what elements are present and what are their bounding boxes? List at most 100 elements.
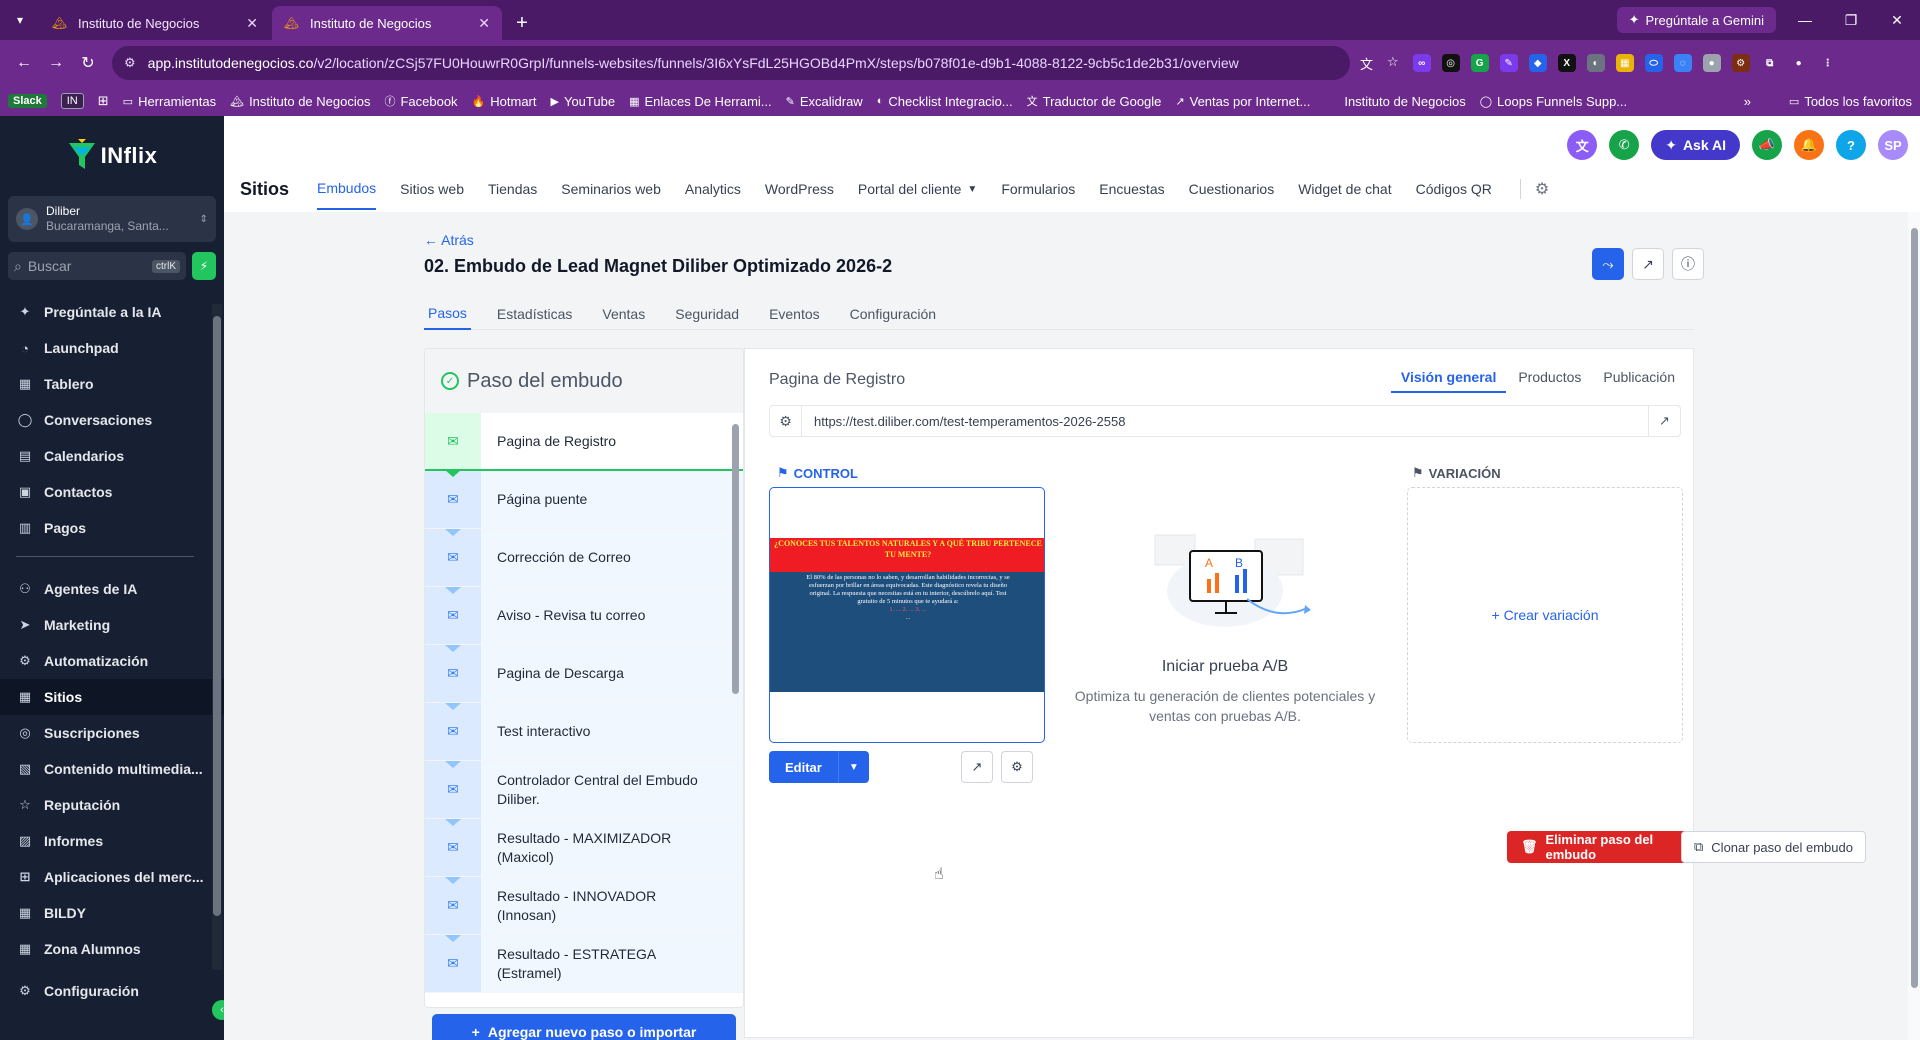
all-bookmarks[interactable]: ▭ Todos los favoritos (1789, 94, 1912, 109)
bookmark-item[interactable]: 文 Traductor de Google (1027, 93, 1162, 109)
sidebar-item-suscripciones[interactable]: ◎ Suscripciones (0, 715, 224, 751)
list-item[interactable]: ✉ Pagina de Descarga (425, 645, 743, 710)
site-info-icon[interactable]: ⚙ (124, 55, 136, 71)
list-item[interactable]: ✉ Resultado - INNOVADOR (Innosan) (425, 877, 743, 942)
tab-portal-cliente[interactable]: Portal del cliente ▼ (858, 168, 977, 210)
extension-icon[interactable]: ● (1702, 54, 1721, 72)
translate-icon[interactable]: 文 (1360, 54, 1373, 73)
sidebar-item-calendarios[interactable]: ▤ Calendarios (0, 438, 224, 474)
gear-icon[interactable]: ⚙ (770, 406, 802, 436)
tab-publicacion[interactable]: Publicación (1593, 363, 1685, 393)
share-icon[interactable]: ⤳ (1592, 248, 1624, 280)
ask-ai-button[interactable]: ✦ Ask AI (1651, 130, 1740, 160)
tab-embudos[interactable]: Embudos (317, 168, 377, 210)
tab-ventas[interactable]: Ventas (598, 298, 649, 330)
restore-icon[interactable]: ❐ (1828, 0, 1874, 40)
tab-seguridad[interactable]: Seguridad (671, 298, 743, 330)
gear-icon[interactable]: ⚙ (1519, 179, 1549, 199)
clone-step-button[interactable]: ⧉ Clonar paso del embudo (1681, 831, 1866, 863)
tab-pasos[interactable]: Pasos (424, 298, 471, 330)
open-external-icon[interactable]: ↗ (1648, 406, 1680, 436)
bookmark-item[interactable]: ✎ Excalidraw (786, 94, 863, 109)
browser-tab-active[interactable]: 🏔 Instituto de Negocios ✕ (272, 6, 502, 40)
tab-seminarios[interactable]: Seminarios web (561, 168, 661, 210)
extension-icon[interactable]: ◌ (1673, 54, 1692, 72)
sidebar-item-configuracion[interactable]: ⚙ Configuración (0, 973, 224, 1009)
open-preview-icon[interactable]: ↗ (961, 751, 993, 783)
sidebar-item-automatizacion[interactable]: ⚙ Automatización (0, 643, 224, 679)
back-link[interactable]: ← Atrás (424, 232, 474, 248)
extension-icon[interactable]: ⚙ (1731, 54, 1750, 72)
sidebar-item-pagos[interactable]: ▥ Pagos (0, 510, 224, 546)
more-bookmarks-icon[interactable]: » (1744, 94, 1751, 109)
open-external-icon[interactable]: ↗ (1632, 248, 1664, 280)
bookmark-item[interactable]: ▭ Herramientas (123, 94, 216, 109)
announcements-icon[interactable]: 📣 (1752, 130, 1782, 160)
quick-action-bolt-icon[interactable]: ⚡ (192, 252, 216, 280)
more-menu-icon[interactable]: ⋮ (1819, 54, 1837, 72)
tab-productos[interactable]: Productos (1508, 363, 1591, 393)
bookmark-item[interactable]: ⓕ Facebook (384, 93, 457, 109)
bookmark-item[interactable]: 🔥 Hotmart (472, 94, 537, 109)
tab-vision-general[interactable]: Visión general (1390, 363, 1507, 393)
close-tab-icon[interactable]: ✕ (246, 15, 258, 32)
tab-configuracion[interactable]: Configuración (846, 298, 940, 330)
sidebar-item-marketing[interactable]: ➤ Marketing (0, 607, 224, 643)
extension-icon[interactable]: ◐ (1586, 54, 1605, 72)
slack-bookmark[interactable]: Slack (8, 94, 47, 108)
extension-icon[interactable]: X (1557, 54, 1576, 72)
sidebar-item-ia[interactable]: ✦ Pregúntale a la IA (0, 294, 224, 330)
extension-icon[interactable]: G (1470, 54, 1489, 72)
bookmark-item[interactable]: ↗ Ventas por Internet... (1175, 94, 1310, 109)
profile-icon[interactable]: ● (1790, 54, 1808, 72)
extension-icon[interactable]: ◆ (1528, 54, 1547, 72)
bookmark-item[interactable]: ◯ Loops Funnels Supp... (1480, 94, 1627, 109)
bookmark-item[interactable]: Instituto de Negocios (1344, 94, 1465, 109)
list-item[interactable]: ✉ Test interactivo (425, 703, 743, 768)
user-avatar[interactable]: SP (1878, 130, 1908, 160)
minimize-icon[interactable]: — (1782, 0, 1828, 40)
tab-estadisticas[interactable]: Estadísticas (493, 298, 576, 330)
info-icon[interactable]: ⓘ (1672, 248, 1704, 280)
language-icon[interactable]: 文 (1567, 130, 1598, 160)
list-item[interactable]: ✉ Corrección de Correo (425, 529, 743, 594)
tab-search-icon[interactable]: ▾ (0, 0, 40, 40)
sidebar-item-zona-alumnos[interactable]: ▦ Zona Alumnos (0, 931, 224, 967)
bookmark-star-icon[interactable]: ☆ (1387, 54, 1399, 73)
tab-eventos[interactable]: Eventos (765, 298, 824, 330)
edit-button[interactable]: Editar ▼ (769, 751, 869, 783)
extension-icon[interactable]: ∞ (1412, 54, 1431, 72)
location-switcher[interactable]: 👤 Diliber Bucaramanga, Santa... ⇕ (8, 196, 216, 242)
list-item[interactable]: ✉ Aviso - Revisa tu correo (425, 587, 743, 652)
list-item[interactable]: ✉ Página puente (425, 471, 743, 536)
list-item[interactable]: ✉ Pagina de Registro (425, 413, 743, 477)
sidebar-item-conversaciones[interactable]: ◯ Conversaciones (0, 402, 224, 438)
tab-encuestas[interactable]: Encuestas (1099, 168, 1164, 210)
tab-formularios[interactable]: Formularios (1001, 168, 1075, 210)
close-window-icon[interactable]: ✕ (1874, 0, 1920, 40)
extension-icon[interactable]: ⬭ (1644, 54, 1663, 72)
list-item[interactable]: ✉ Controlador Central del Embudo Diliber. (425, 761, 743, 826)
add-step-button[interactable]: + Agregar nuevo paso o importar (432, 1014, 736, 1040)
delete-step-button[interactable]: 🗑 Eliminar paso del embudo (1507, 831, 1693, 863)
help-icon[interactable]: ? (1836, 130, 1866, 160)
chevron-down-icon[interactable]: ▼ (839, 762, 869, 773)
create-variation-button[interactable]: + Crear variación (1407, 487, 1683, 743)
list-item[interactable]: ✉ Resultado - MAXIMIZADOR (Maxicol) (425, 819, 743, 884)
sidebar-item-agentes[interactable]: ⚇ Agentes de IA (0, 571, 224, 607)
apps-grid-icon[interactable]: ⊞ (98, 93, 109, 109)
in-bookmark[interactable]: IN (60, 93, 84, 109)
sidebar-item-aplicaciones[interactable]: ⊞ Aplicaciones del merc... (0, 859, 224, 895)
reload-icon[interactable]: ↻ (72, 47, 104, 79)
sidebar-item-informes[interactable]: ▨ Informes (0, 823, 224, 859)
back-icon[interactable]: ← (8, 47, 40, 79)
gemini-button[interactable]: ✦ Pregúntale a Gemini (1616, 7, 1776, 33)
tab-tiendas[interactable]: Tiendas (488, 168, 537, 210)
bookmark-item[interactable]: ▦ Enlaces De Herrami... (629, 94, 772, 109)
list-item[interactable]: ✉ Resultado - ESTRATEGA (Estramel) (425, 935, 743, 993)
main-scrollbar[interactable] (1908, 212, 1920, 1040)
sidebar-search-input[interactable]: ⌕ Buscar ctrlK (8, 252, 186, 280)
control-page-preview[interactable]: ¿CONOCES TUS TALENTOS NATURALES Y A QUÉ … (769, 487, 1045, 743)
extension-icon[interactable]: ✎ (1499, 54, 1518, 72)
tab-wordpress[interactable]: WordPress (765, 168, 834, 210)
